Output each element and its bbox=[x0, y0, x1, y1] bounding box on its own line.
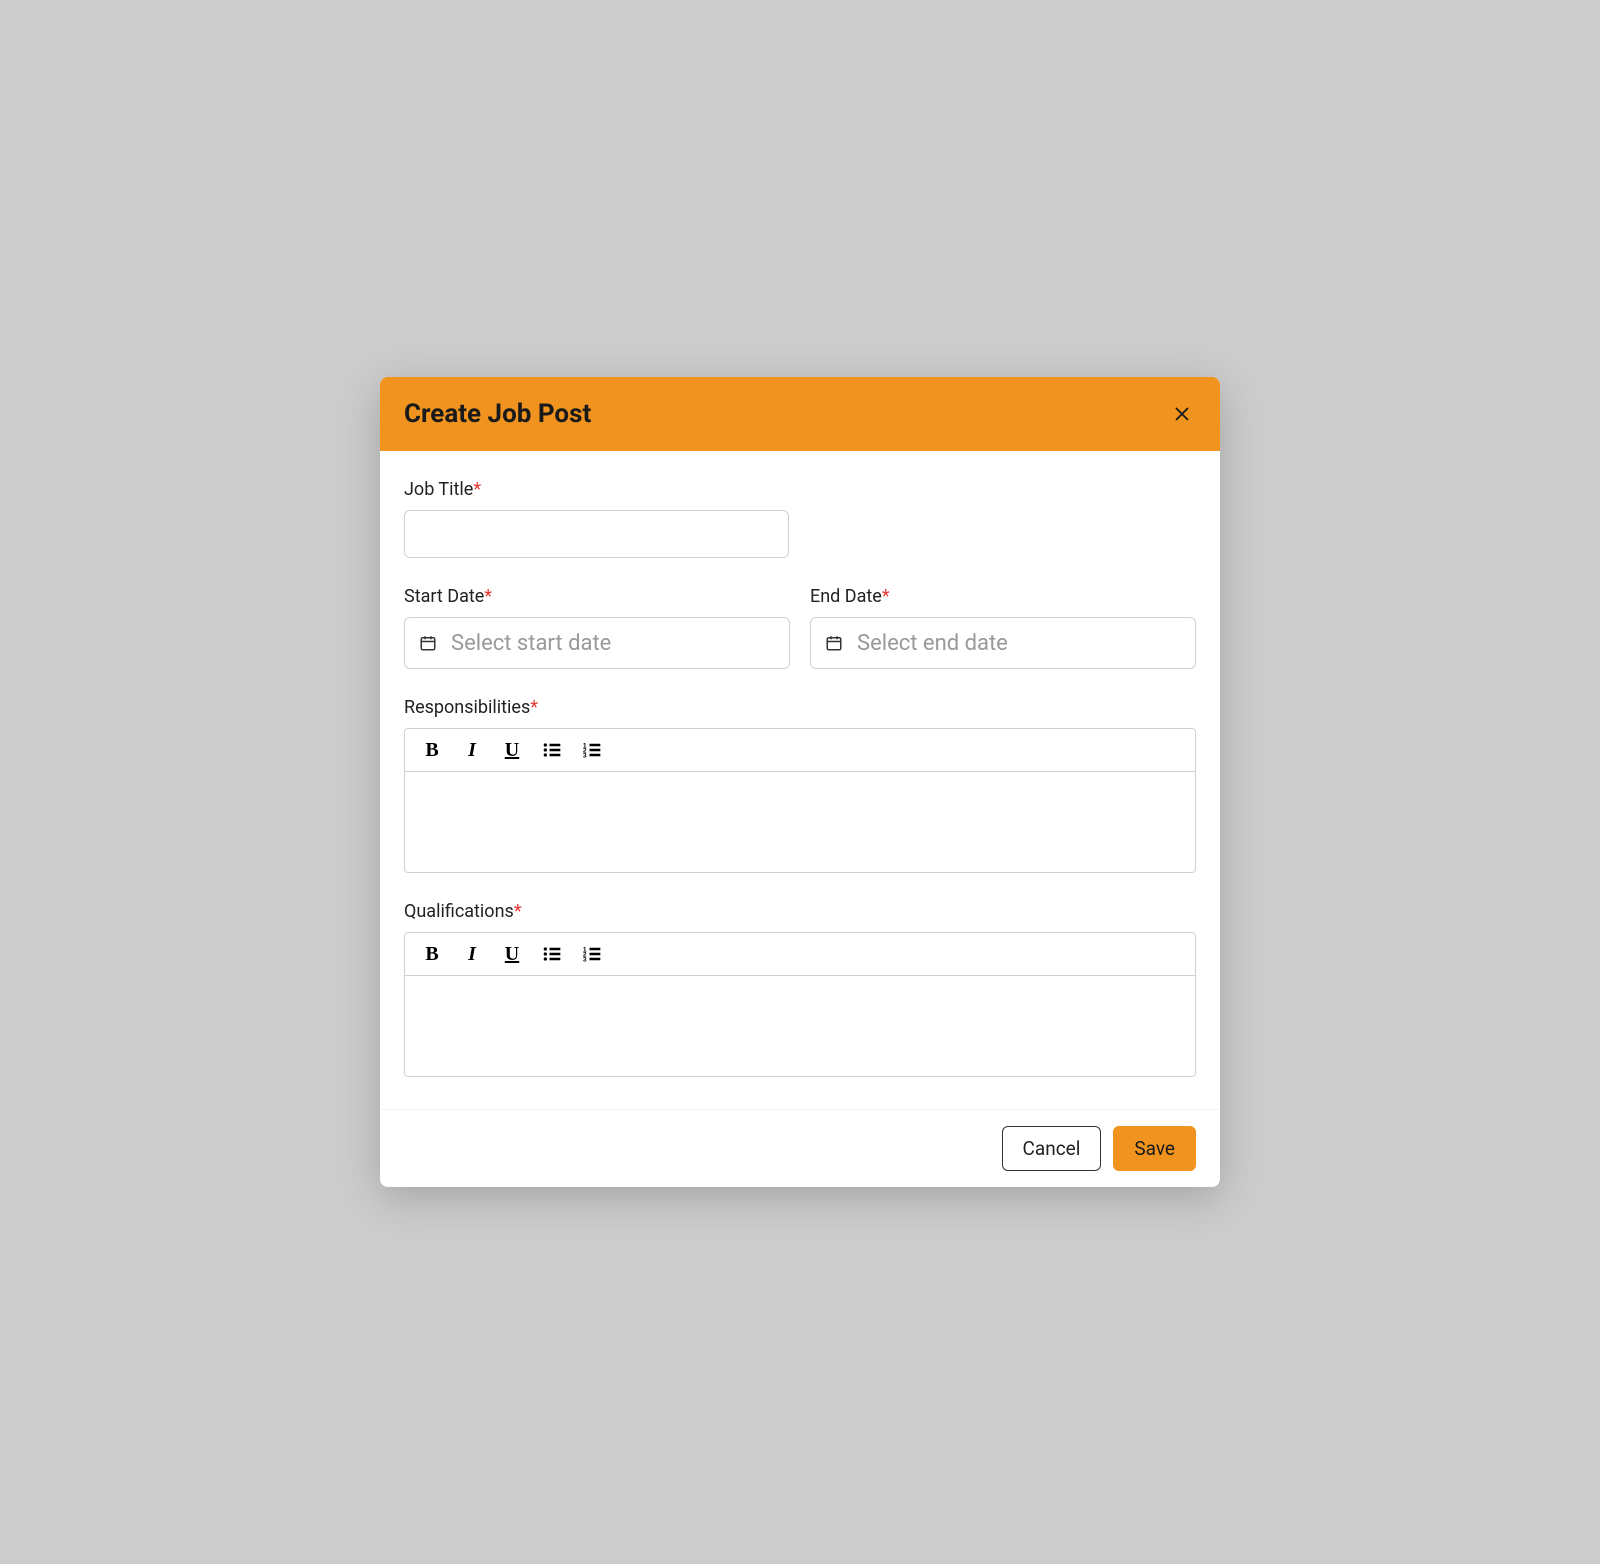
ordered-list-icon: 1 2 3 bbox=[582, 740, 602, 760]
create-job-post-modal: Create Job Post Job Title* Start Date* bbox=[380, 377, 1220, 1187]
underline-button[interactable]: U bbox=[499, 737, 525, 763]
bold-icon: B bbox=[425, 943, 438, 966]
responsibilities-editor: B I U 1 2 3 bbox=[404, 728, 1196, 873]
italic-button[interactable]: I bbox=[459, 737, 485, 763]
editor-toolbar: B I U 1 2 3 bbox=[405, 729, 1195, 772]
underline-icon: U bbox=[505, 739, 519, 762]
responsibilities-textarea[interactable] bbox=[405, 772, 1195, 872]
required-marker: * bbox=[484, 586, 492, 607]
bullet-list-button[interactable] bbox=[539, 941, 565, 967]
italic-icon: I bbox=[468, 943, 476, 966]
underline-button[interactable]: U bbox=[499, 941, 525, 967]
required-marker: * bbox=[473, 479, 481, 500]
ordered-list-button[interactable]: 1 2 3 bbox=[579, 941, 605, 967]
bold-icon: B bbox=[425, 739, 438, 762]
qualifications-editor: B I U 1 2 3 bbox=[404, 932, 1196, 1077]
bold-button[interactable]: B bbox=[419, 941, 445, 967]
required-marker: * bbox=[882, 586, 890, 607]
italic-icon: I bbox=[468, 739, 476, 762]
qualifications-group: Qualifications* B I U bbox=[404, 901, 1196, 1077]
modal-header: Create Job Post bbox=[380, 377, 1220, 451]
responsibilities-label: Responsibilities* bbox=[404, 697, 1196, 718]
required-marker: * bbox=[514, 901, 522, 922]
job-title-label: Job Title* bbox=[404, 479, 1196, 500]
modal-body: Job Title* Start Date* Select start date bbox=[380, 451, 1220, 1109]
ordered-list-button[interactable]: 1 2 3 bbox=[579, 737, 605, 763]
svg-text:3: 3 bbox=[583, 753, 587, 760]
end-date-input[interactable]: Select end date bbox=[810, 617, 1196, 669]
bullet-list-icon bbox=[542, 740, 562, 760]
date-row: Start Date* Select start date End Date* bbox=[404, 586, 1196, 669]
close-button[interactable] bbox=[1168, 400, 1196, 428]
qualifications-textarea[interactable] bbox=[405, 976, 1195, 1076]
bold-button[interactable]: B bbox=[419, 737, 445, 763]
cancel-button[interactable]: Cancel bbox=[1002, 1126, 1102, 1171]
start-date-placeholder: Select start date bbox=[451, 631, 611, 656]
start-date-input[interactable]: Select start date bbox=[404, 617, 790, 669]
modal-footer: Cancel Save bbox=[380, 1109, 1220, 1187]
required-marker: * bbox=[530, 697, 538, 718]
underline-icon: U bbox=[505, 943, 519, 966]
responsibilities-group: Responsibilities* B I U bbox=[404, 697, 1196, 873]
bullet-list-button[interactable] bbox=[539, 737, 565, 763]
job-title-group: Job Title* bbox=[404, 479, 1196, 558]
editor-toolbar: B I U 1 2 3 bbox=[405, 933, 1195, 976]
end-date-group: End Date* Select end date bbox=[810, 586, 1196, 669]
calendar-icon bbox=[419, 634, 437, 652]
qualifications-label: Qualifications* bbox=[404, 901, 1196, 922]
job-title-input[interactable] bbox=[404, 510, 789, 558]
close-icon bbox=[1171, 403, 1193, 425]
calendar-icon bbox=[825, 634, 843, 652]
end-date-placeholder: Select end date bbox=[857, 631, 1008, 656]
start-date-label: Start Date* bbox=[404, 586, 790, 607]
italic-button[interactable]: I bbox=[459, 941, 485, 967]
save-button[interactable]: Save bbox=[1113, 1126, 1196, 1171]
modal-title: Create Job Post bbox=[404, 399, 591, 429]
svg-text:3: 3 bbox=[583, 957, 587, 964]
end-date-label: End Date* bbox=[810, 586, 1196, 607]
start-date-group: Start Date* Select start date bbox=[404, 586, 790, 669]
bullet-list-icon bbox=[542, 944, 562, 964]
ordered-list-icon: 1 2 3 bbox=[582, 944, 602, 964]
